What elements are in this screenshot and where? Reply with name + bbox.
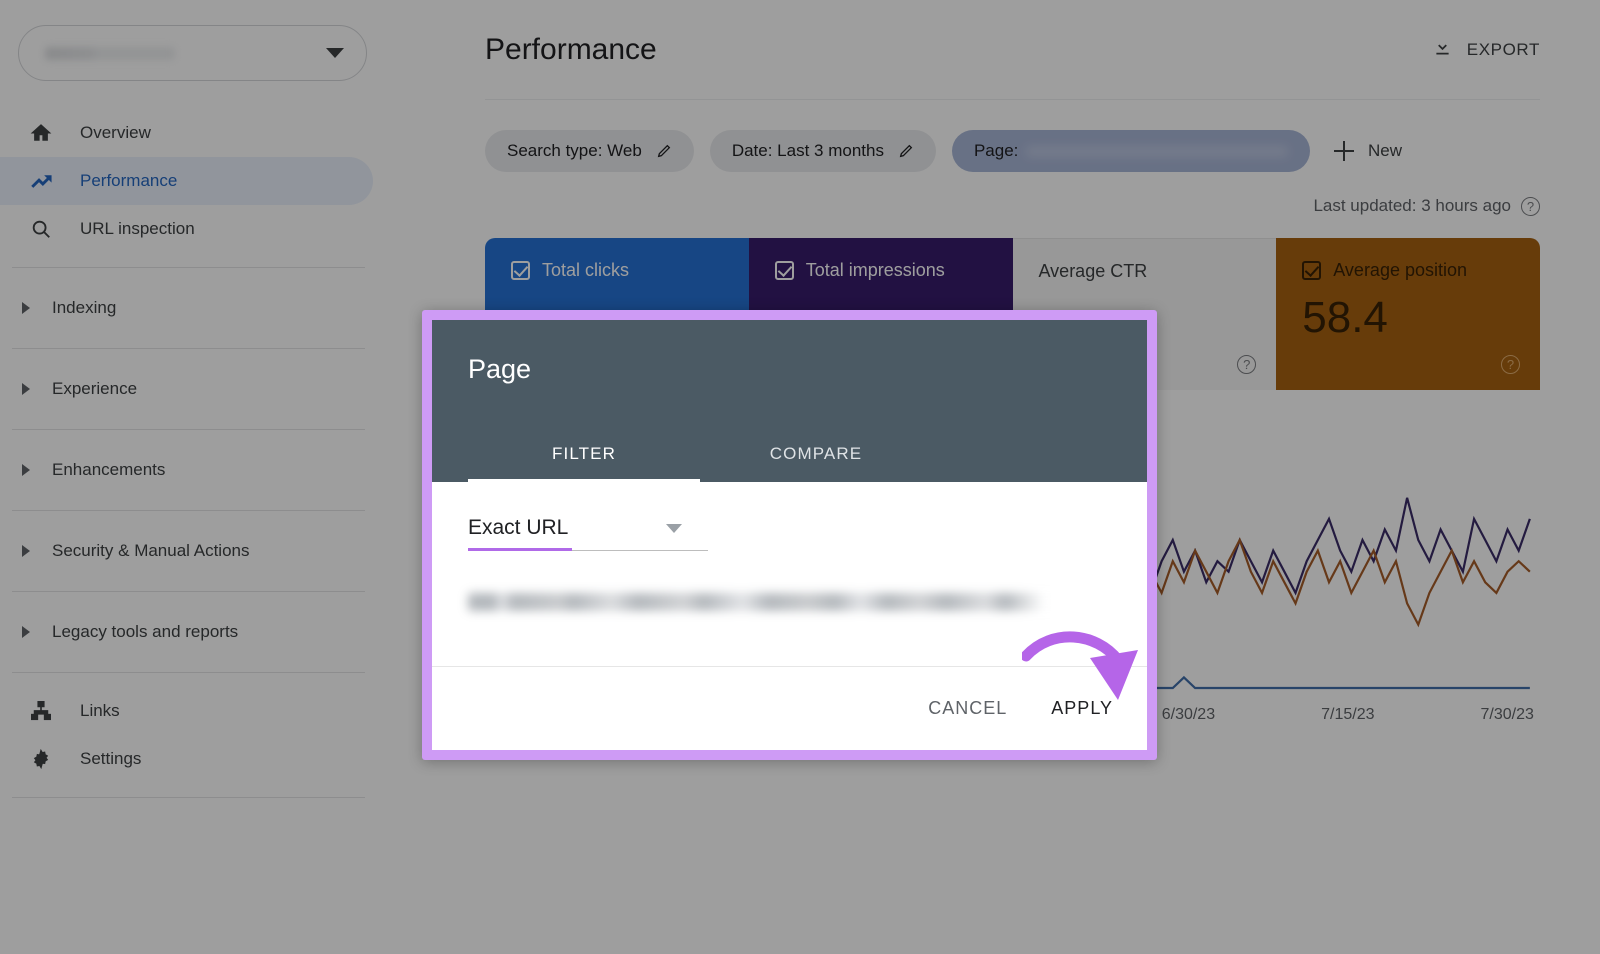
chip-search-type[interactable]: Search type: Web xyxy=(485,130,694,172)
sidebar-group-label: Enhancements xyxy=(52,460,166,479)
question-mark-icon[interactable]: ? xyxy=(1237,355,1257,374)
sidebar-group-indexing[interactable]: Indexing xyxy=(0,282,385,334)
divider xyxy=(12,267,365,268)
question-mark-icon[interactable]: ? xyxy=(1521,196,1540,216)
chevron-down-icon xyxy=(666,523,682,533)
dialog-title: Page xyxy=(468,354,532,384)
match-type-value: Exact URL xyxy=(468,516,569,539)
property-name-redacted xyxy=(45,46,175,60)
divider xyxy=(12,429,365,430)
sidebar-group-legacy[interactable]: Legacy tools and reports xyxy=(0,606,385,658)
sidebar-item-label: Overview xyxy=(80,123,151,142)
metric-card-header: Total impressions xyxy=(774,260,987,281)
checkbox-checked-icon[interactable] xyxy=(511,261,530,280)
primary-nav: Overview Performance URL inspection xyxy=(0,109,385,253)
last-updated: Last updated: 3 hours ago ? xyxy=(485,196,1540,216)
page-filter-dialog-highlight: Page FILTER COMPARE Exact URL CANCEL APP… xyxy=(422,310,1157,760)
question-mark-icon[interactable]: ? xyxy=(1501,355,1520,374)
chevron-right-icon xyxy=(22,626,30,638)
metric-label: Average position xyxy=(1333,260,1468,280)
chip-date[interactable]: Date: Last 3 months xyxy=(709,130,936,172)
sitemap-icon xyxy=(28,698,54,724)
page-title: Performance xyxy=(485,32,657,66)
export-label: EXPORT xyxy=(1466,39,1540,59)
sidebar-item-label: Performance xyxy=(80,171,178,190)
metric-label: Total clicks xyxy=(542,260,630,280)
metric-card-header: Average CTR xyxy=(1039,261,1251,282)
metric-card-header: Total clicks xyxy=(511,260,723,281)
chevron-right-icon xyxy=(22,464,30,476)
property-selector[interactable] xyxy=(18,25,367,81)
chip-label: Search type: Web xyxy=(507,141,642,160)
pencil-icon xyxy=(898,143,914,159)
tab-filter[interactable]: FILTER xyxy=(468,444,700,482)
home-icon xyxy=(28,120,54,146)
divider xyxy=(12,591,365,592)
chevron-right-icon xyxy=(22,302,30,314)
cancel-button[interactable]: CANCEL xyxy=(928,698,1007,719)
sidebar-item-url-inspection[interactable]: URL inspection xyxy=(0,205,373,253)
last-updated-text: Last updated: 3 hours ago xyxy=(1313,196,1511,215)
x-axis-tick-label: 6/30/23 xyxy=(1161,706,1216,723)
download-icon xyxy=(1432,37,1453,63)
sidebar-group-enhancements[interactable]: Enhancements xyxy=(0,444,385,496)
sidebar-group-label: Indexing xyxy=(52,298,117,317)
metric-card-header: Average position xyxy=(1302,260,1514,281)
apply-button[interactable]: APPLY xyxy=(1051,698,1113,719)
dialog-footer: CANCEL APPLY xyxy=(432,666,1147,750)
metric-card-average-position[interactable]: Average position 58.4 ? xyxy=(1276,238,1540,390)
sidebar-group-security[interactable]: Security & Manual Actions xyxy=(0,525,385,577)
url-input-redacted[interactable] xyxy=(468,593,1123,611)
sidebar-group-label: Security & Manual Actions xyxy=(52,541,250,560)
metric-label: Total impressions xyxy=(805,260,945,280)
sidebar-item-label: Settings xyxy=(80,749,142,768)
filter-chips-row: Search type: Web Date: Last 3 months Pag… xyxy=(485,130,1540,172)
checkbox-checked-icon[interactable] xyxy=(1302,261,1322,280)
dialog-tabs: FILTER COMPARE xyxy=(468,444,932,482)
divider xyxy=(12,797,365,798)
sidebar-item-label: URL inspection xyxy=(80,219,195,238)
sidebar-group-label: Legacy tools and reports xyxy=(52,622,239,641)
new-filter-label: New xyxy=(1367,141,1402,160)
chevron-down-icon xyxy=(326,48,344,58)
page-filter-dialog: Page FILTER COMPARE Exact URL CANCEL APP… xyxy=(432,320,1147,750)
sidebar-item-settings[interactable]: Settings xyxy=(0,735,373,783)
x-axis-tick-label: 7/15/23 xyxy=(1321,706,1375,723)
metric-label: Average CTR xyxy=(1038,261,1148,281)
gear-icon xyxy=(28,746,54,772)
metric-value: 58.4 xyxy=(1302,293,1388,342)
sidebar-item-label: Links xyxy=(80,701,120,720)
chip-label: Date: Last 3 months xyxy=(731,141,884,160)
new-filter-button[interactable]: New xyxy=(1326,141,1402,161)
dialog-body: Exact URL xyxy=(432,482,1147,666)
plus-icon xyxy=(1333,141,1354,161)
sidebar-item-links[interactable]: Links xyxy=(0,687,373,735)
tab-compare[interactable]: COMPARE xyxy=(700,444,932,482)
checkbox-checked-icon[interactable] xyxy=(774,261,794,280)
chip-page-value-redacted xyxy=(1026,145,1288,157)
sidebar-group-label: Experience xyxy=(52,379,138,398)
sidebar-item-overview[interactable]: Overview xyxy=(0,109,373,157)
export-button[interactable]: EXPORT xyxy=(1432,37,1540,63)
chip-page[interactable]: Page: xyxy=(951,130,1310,172)
divider xyxy=(12,510,365,511)
page-header: Performance EXPORT xyxy=(485,0,1540,100)
app-root: Overview Performance URL inspection Inde… xyxy=(0,0,1600,954)
pencil-icon xyxy=(656,143,672,159)
x-axis-tick-label: 7/30/23 xyxy=(1480,706,1534,723)
trending-up-icon xyxy=(28,168,54,194)
match-type-select[interactable]: Exact URL xyxy=(468,516,708,551)
sidebar: Overview Performance URL inspection Inde… xyxy=(0,0,385,954)
search-icon xyxy=(28,216,54,242)
sidebar-item-performance[interactable]: Performance xyxy=(0,157,373,205)
chip-label: Page: xyxy=(973,141,1019,160)
divider xyxy=(12,672,365,673)
divider xyxy=(12,348,365,349)
chevron-right-icon xyxy=(22,383,30,395)
sidebar-group-experience[interactable]: Experience xyxy=(0,363,385,415)
dialog-header: Page FILTER COMPARE xyxy=(432,320,1147,482)
chevron-right-icon xyxy=(22,545,30,557)
